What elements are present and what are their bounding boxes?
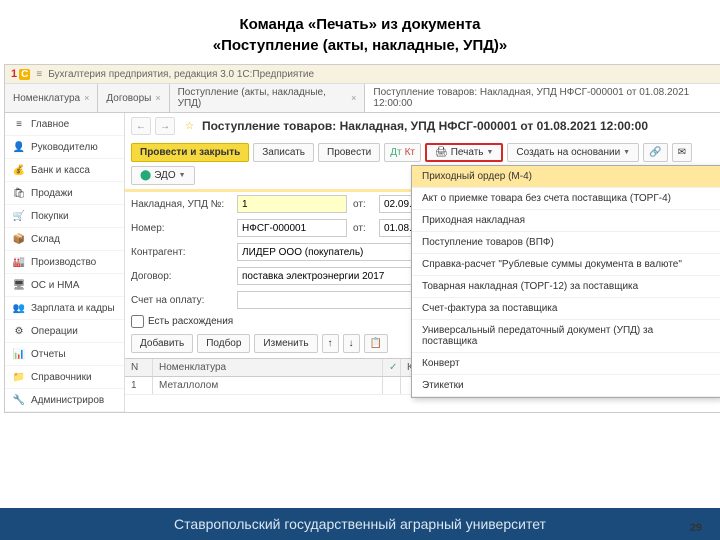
app-window: 1C ≡ Бухгалтерия предприятия, редакция 3… <box>4 64 720 413</box>
sidebar-item-bank[interactable]: 💰Банк и касса <box>5 159 124 182</box>
from-label2: от: <box>353 223 373 234</box>
close-icon[interactable]: × <box>84 93 89 103</box>
add-button[interactable]: Добавить <box>131 334 193 353</box>
dd-item-torg12[interactable]: Товарная накладная (ТОРГ-12) за поставщи… <box>412 276 720 298</box>
tab-nomenklatura[interactable]: Номенклатура× <box>5 84 98 112</box>
dd-item-etiketki[interactable]: Этикетки <box>412 375 720 397</box>
mail-button[interactable]: ✉ <box>672 143 692 162</box>
sidebar-item-main[interactable]: ≡Главное <box>5 113 124 136</box>
star-icon[interactable]: ☆ <box>185 121 194 132</box>
post-and-close-button[interactable]: Провести и закрыть <box>131 143 249 162</box>
tabs-bar: Номенклатура× Договоры× Поступление (акт… <box>5 84 720 113</box>
sidebar-item-production[interactable]: 🏭Производство <box>5 251 124 274</box>
factory-icon: 🏭 <box>13 256 25 268</box>
tab-postuplenie[interactable]: Поступление (акты, накладные, УПД)× <box>170 84 366 112</box>
folder-icon: 📁 <box>13 371 25 383</box>
nav-back-button[interactable]: ← <box>131 117 151 135</box>
contragent-input[interactable] <box>237 243 437 261</box>
sidebar-item-operations[interactable]: ⚙Операции <box>5 320 124 343</box>
number-input[interactable] <box>237 219 347 237</box>
col-nomenklatura[interactable]: Номенклатура <box>153 359 383 376</box>
close-icon[interactable]: × <box>155 93 160 103</box>
invoice-pay-label: Счет на оплату: <box>131 295 231 306</box>
nav-forward-button[interactable]: → <box>155 117 175 135</box>
move-down-button[interactable]: ↓ <box>343 334 360 353</box>
dd-item-upd[interactable]: Универсальный передаточный документ (УПД… <box>412 320 720 353</box>
sidebar-item-reports[interactable]: 📊Отчеты <box>5 343 124 366</box>
dd-item-schetfaktura[interactable]: Счет-фактура за поставщика <box>412 298 720 320</box>
dk-button[interactable]: ДтКт <box>384 143 421 162</box>
contragent-label: Контрагент: <box>131 247 231 258</box>
contract-input[interactable] <box>237 267 437 285</box>
chart-icon: 📊 <box>13 348 25 360</box>
tab-dogovory[interactable]: Договоры× <box>98 84 169 112</box>
computer-icon: 🖥 <box>13 279 25 291</box>
divergence-checkbox[interactable] <box>131 315 144 328</box>
slide-title: Команда «Печать» из документа <box>0 0 720 37</box>
dd-item-income[interactable]: Приходная накладная <box>412 210 720 232</box>
print-dropdown: Приходный ордер (М-4) Акт о приемке това… <box>411 165 720 398</box>
cell-n: 1 <box>125 377 153 394</box>
logo-1c: 1C <box>11 68 30 80</box>
sidebar-item-catalogs[interactable]: 📁Справочники <box>5 366 124 389</box>
create-based-button[interactable]: Создать на основании▼ <box>507 143 639 162</box>
slide-footer: Ставропольский государственный аграрный … <box>0 508 720 540</box>
app-title: Бухгалтерия предприятия, редакция 3.0 1С… <box>48 69 314 80</box>
user-icon: 👤 <box>13 141 25 153</box>
people-icon: 👥 <box>13 302 25 314</box>
wrench-icon: 🔧 <box>13 394 25 406</box>
write-button[interactable]: Записать <box>253 143 314 162</box>
sidebar-item-admin[interactable]: 🔧Администриров <box>5 389 124 412</box>
tab-document[interactable]: Поступление товаров: Накладная, УПД НФСГ… <box>365 84 720 112</box>
number-label: Номер: <box>131 223 231 234</box>
chevron-down-icon: ▼ <box>486 149 493 156</box>
cell-nom: Металлолом <box>153 377 383 394</box>
titlebar: 1C ≡ Бухгалтерия предприятия, редакция 3… <box>5 65 720 84</box>
sidebar-item-purchases[interactable]: 🛒Покупки <box>5 205 124 228</box>
sidebar-item-warehouse[interactable]: 📦Склад <box>5 228 124 251</box>
dd-item-torg4[interactable]: Акт о приемке товара без счета поставщик… <box>412 188 720 210</box>
contract-label: Договор: <box>131 271 231 282</box>
print-button[interactable]: 🖨Печать▼ <box>425 143 503 162</box>
printer-icon: 🖨 <box>435 147 448 158</box>
dd-item-m4[interactable]: Приходный ордер (М-4) <box>412 166 720 188</box>
move-up-button[interactable]: ↑ <box>322 334 339 353</box>
col-flag: ✓ <box>383 359 401 376</box>
link-button[interactable]: 🔗 <box>643 143 667 162</box>
divergence-label: Есть расхождения <box>148 316 233 327</box>
post-button[interactable]: Провести <box>318 143 380 162</box>
from-label: от: <box>353 199 373 210</box>
menu-icon[interactable]: ≡ <box>36 69 42 80</box>
edit-button[interactable]: Изменить <box>254 334 317 353</box>
bag-icon: 🛍 <box>13 187 25 199</box>
edo-button[interactable]: ⬤ЭДО▼ <box>131 166 195 185</box>
dd-item-spravka[interactable]: Справка-расчет "Рублевые суммы документа… <box>412 254 720 276</box>
invoice-num-label: Накладная, УПД №: <box>131 199 231 210</box>
page-number: 29 <box>690 522 702 534</box>
sidebar: ≡Главное 👤Руководителю 💰Банк и касса 🛍Пр… <box>5 113 125 412</box>
cart-icon: 🛒 <box>13 210 25 222</box>
dd-item-konvert[interactable]: Конверт <box>412 353 720 375</box>
document-title: Поступление товаров: Накладная, УПД НФСГ… <box>202 119 648 133</box>
slide-subtitle: «Поступление (акты, накладные, УПД)» <box>0 37 720 64</box>
invoice-num-input[interactable] <box>237 195 347 213</box>
col-n[interactable]: N <box>125 359 153 376</box>
box-icon: 📦 <box>13 233 25 245</box>
close-icon[interactable]: × <box>351 93 356 103</box>
sidebar-item-assets[interactable]: 🖥ОС и НМА <box>5 274 124 297</box>
clipboard-button[interactable]: 📋 <box>364 334 388 353</box>
pick-button[interactable]: Подбор <box>197 334 250 353</box>
money-icon: 💰 <box>13 164 25 176</box>
footer-text: Ставропольский государственный аграрный … <box>0 508 720 540</box>
gear-icon: ⚙ <box>13 325 25 337</box>
list-icon: ≡ <box>13 118 25 130</box>
sidebar-item-salary[interactable]: 👥Зарплата и кадры <box>5 297 124 320</box>
sidebar-item-manager[interactable]: 👤Руководителю <box>5 136 124 159</box>
invoice-pay-input[interactable] <box>237 291 437 309</box>
main-panel: ← → ☆ Поступление товаров: Накладная, УП… <box>125 113 720 412</box>
dd-item-vpf[interactable]: Поступление товаров (ВПФ) <box>412 232 720 254</box>
sidebar-item-sales[interactable]: 🛍Продажи <box>5 182 124 205</box>
